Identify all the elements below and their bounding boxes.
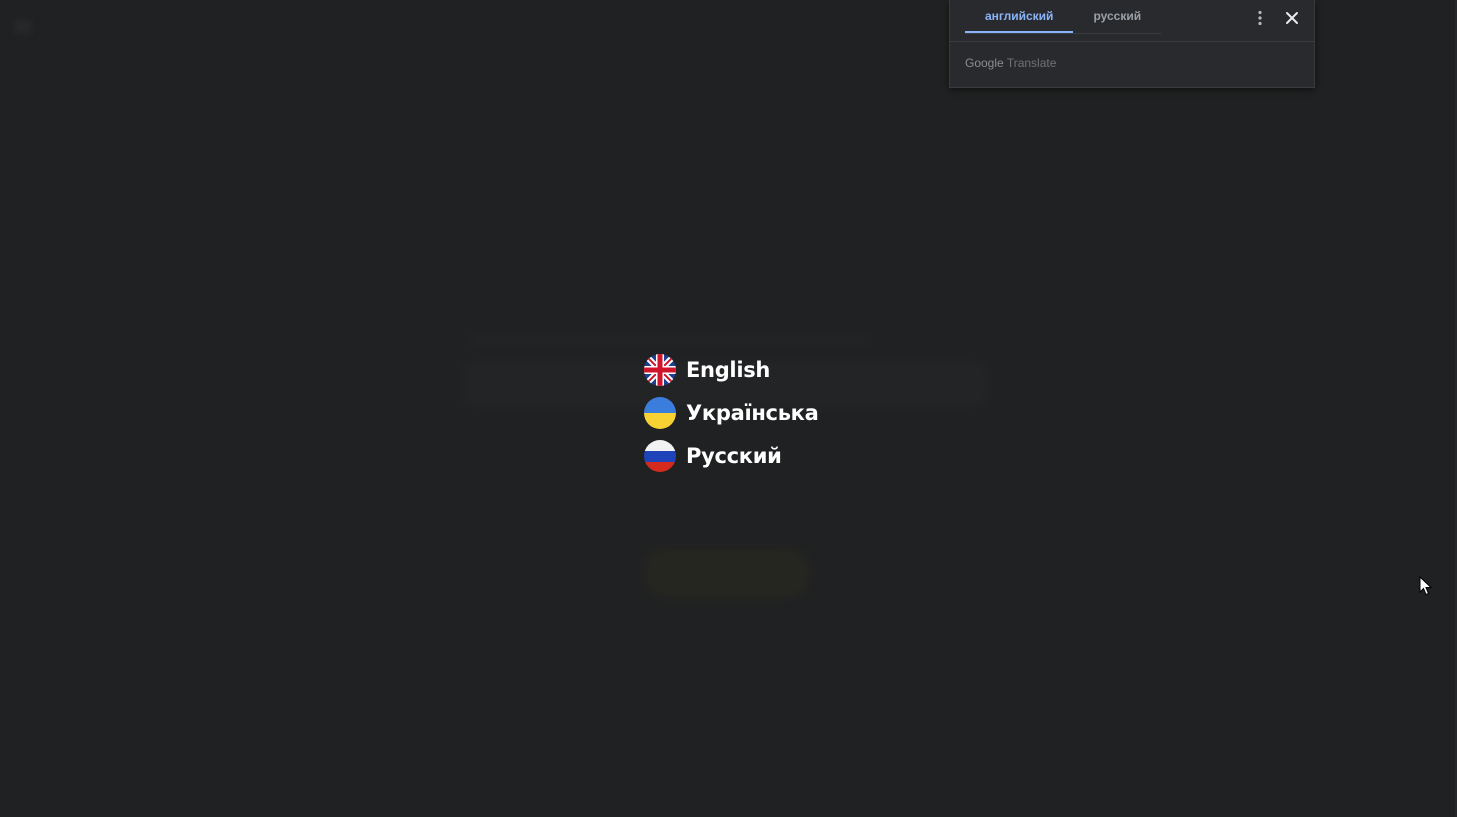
translate-language-tabs: английский русский [965,0,1162,34]
tab-russian[interactable]: русский [1073,0,1161,33]
language-label-russian: Русский [686,444,782,468]
close-icon[interactable] [1282,8,1302,28]
language-option-russian[interactable]: Русский [644,440,844,472]
google-translate-popup: английский русский Google Translate [949,0,1315,88]
mouse-pointer-icon [1419,575,1433,596]
ukraine-flag-icon [644,397,676,429]
language-label-english: English [686,358,771,382]
uk-flag-icon [644,354,676,386]
language-selector: English Українська Русский [644,354,844,483]
page: English Українська Русский английский ру… [0,0,1457,817]
attribution-brand: Google [965,56,1004,70]
popup-divider [950,41,1314,42]
language-option-ukrainian[interactable]: Українська [644,397,844,429]
attribution-product: Translate [1006,56,1057,70]
more-vert-icon[interactable] [1250,8,1270,28]
google-translate-attribution: Google Translate [965,56,1056,70]
language-option-english[interactable]: English [644,354,844,386]
blurred-button [643,548,811,598]
tab-english[interactable]: английский [965,0,1074,33]
russia-flag-icon [644,440,676,472]
blurred-logo [14,20,32,34]
blurred-label [470,335,870,345]
language-label-ukrainian: Українська [686,401,819,425]
